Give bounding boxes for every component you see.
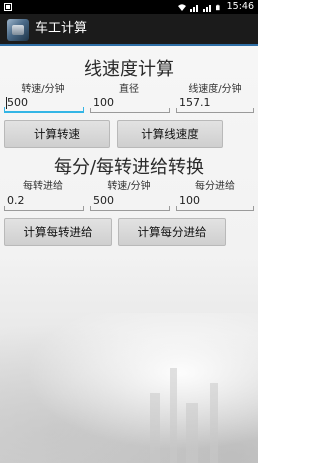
status-time: 15:46: [226, 1, 254, 12]
background-fog: [0, 313, 258, 463]
feed-conversion-title: 每分/每转进给转换: [53, 157, 205, 178]
feed-per-rev-label: 每转进给: [23, 181, 63, 192]
diameter-input[interactable]: 100: [90, 93, 170, 113]
signal-icon: [202, 4, 211, 12]
app-title: 车工计算: [35, 21, 88, 36]
feed-speed-label: 转速/分钟: [107, 181, 151, 192]
feed-speed-input[interactable]: 500: [90, 191, 170, 211]
feed-per-rev-input-value: 0.2: [7, 194, 25, 207]
calc-feed-per-min-button[interactable]: 计算每分进给: [118, 218, 226, 246]
linear-speed-title: 线速度计算: [84, 59, 174, 80]
app-logo-icon: [7, 19, 29, 41]
action-bar: 车工计算: [0, 14, 258, 46]
linear-speed-input[interactable]: 157.1: [176, 93, 254, 113]
speed-input-value: 500: [7, 96, 28, 109]
background-building: [186, 403, 198, 463]
status-icons: 15:46: [177, 0, 254, 14]
status-bar: 15:46: [0, 0, 258, 14]
feed-per-min-input-value: 100: [179, 194, 200, 207]
calc-linear-speed-button[interactable]: 计算线速度: [117, 120, 223, 148]
battery-icon: [215, 4, 220, 10]
diameter-input-value: 100: [93, 96, 114, 109]
background-building: [170, 368, 177, 463]
feed-per-rev-input[interactable]: 0.2: [4, 191, 84, 211]
signal-icon: [189, 4, 198, 12]
linear-speed-input-value: 157.1: [179, 96, 211, 109]
calc-feed-per-rev-button[interactable]: 计算每转进给: [4, 218, 112, 246]
background-building: [210, 383, 218, 463]
wifi-icon: [177, 3, 186, 11]
feed-speed-input-value: 500: [93, 194, 114, 207]
speed-input[interactable]: 500: [4, 93, 84, 113]
feed-per-min-label: 每分进给: [195, 181, 235, 192]
feed-per-min-input[interactable]: 100: [176, 191, 254, 211]
background-building: [150, 393, 160, 463]
app-screen: 15:46 车工计算 线速度计算 转速/分钟 直径 线速度/分钟 500 100…: [0, 0, 258, 463]
notification-icon: [4, 3, 12, 11]
calc-speed-button[interactable]: 计算转速: [4, 120, 110, 148]
